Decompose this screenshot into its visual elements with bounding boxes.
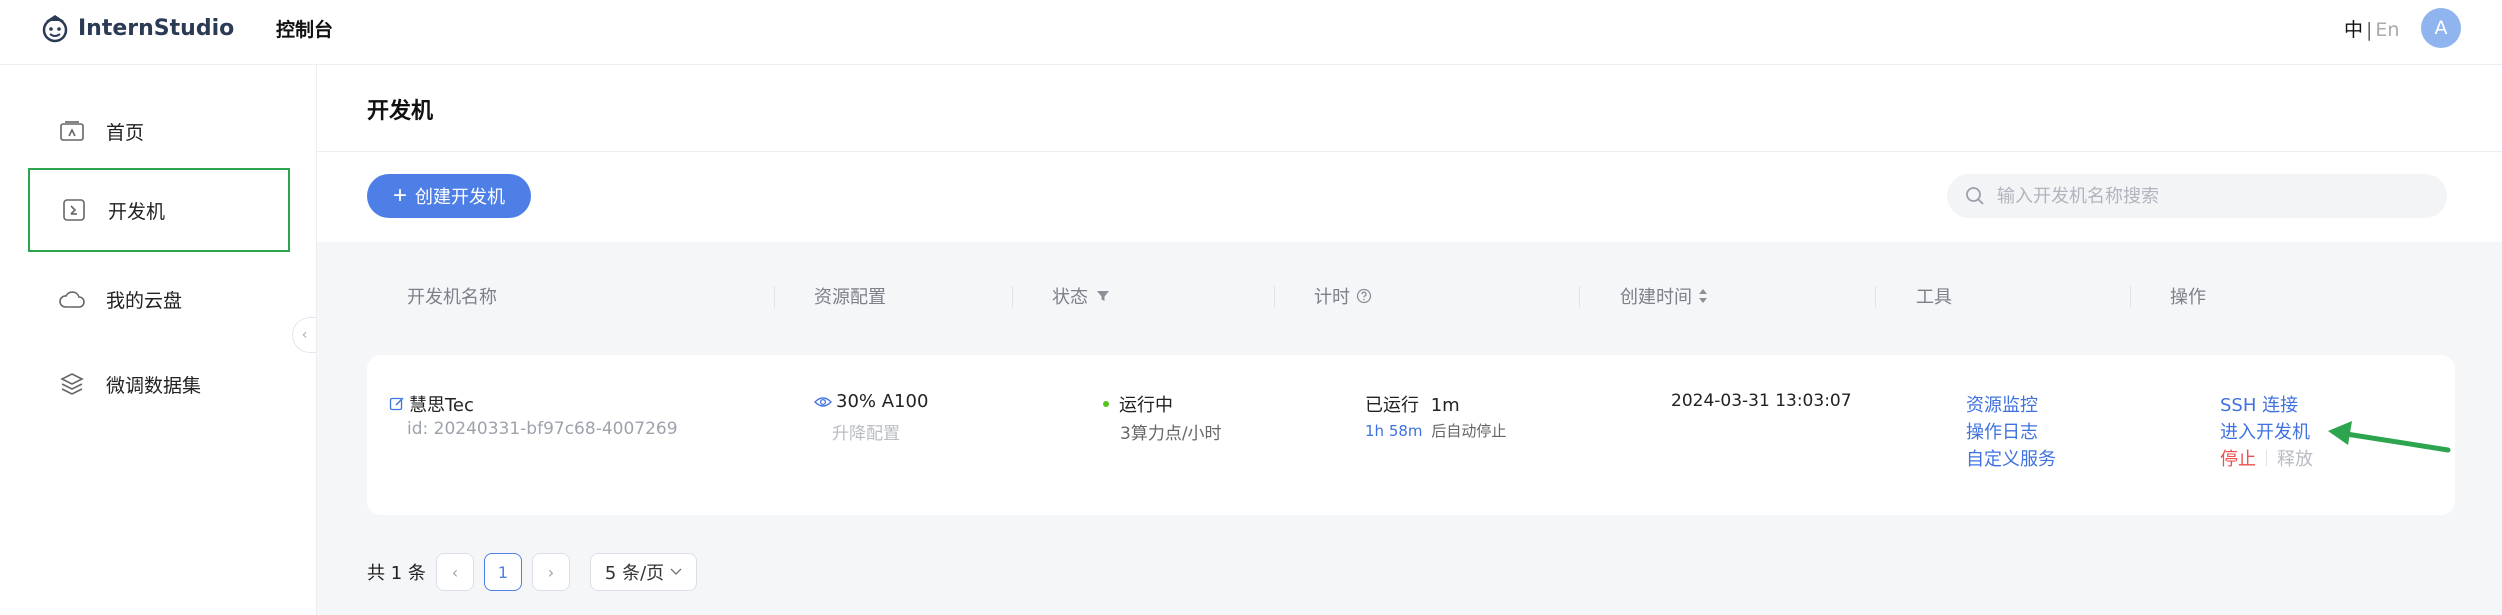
col-tools: 工具 — [1916, 287, 1952, 308]
console-link[interactable]: 控制台 — [276, 15, 333, 42]
timer-value: 1m — [1430, 395, 1460, 416]
col-divider — [2130, 286, 2131, 308]
prev-page-button[interactable]: ‹ — [435, 553, 474, 591]
status-text: 运行中 — [1119, 395, 1173, 416]
machine-name-cell: 慧思Tec — [389, 391, 474, 417]
eye-icon[interactable] — [814, 395, 832, 409]
col-actions: 操作 — [2170, 287, 2206, 308]
lang-separator: | — [2366, 19, 2373, 41]
custom-service-link[interactable]: 自定义服务 — [1966, 445, 2056, 471]
sidebar: 首页 开发机 我的云盘 微调数据集 ‹ — [0, 65, 317, 615]
create-button-label: 创建开发机 — [415, 187, 505, 207]
auto-stop-text: 后自动停止 — [1431, 422, 1507, 440]
edit-icon[interactable] — [389, 396, 405, 412]
brand-name: InternStudio — [78, 15, 235, 41]
col-created-label: 创建时间 — [1620, 287, 1692, 308]
sidebar-item-label: 微调数据集 — [106, 374, 202, 397]
page-header: 开发机 — [317, 65, 2502, 152]
machine-id: id: 20240331-bf97c68-4007269 — [407, 419, 678, 439]
auto-stop-info: 1h 58m 后自动停止 — [1365, 420, 1506, 441]
compute-rate: 3算力点/小时 — [1120, 424, 1222, 444]
sidebar-item-label: 开发机 — [108, 200, 166, 223]
col-divider — [1875, 286, 1876, 308]
home-icon — [58, 117, 86, 145]
terminal-icon — [60, 196, 88, 224]
col-status[interactable]: 状态 — [1052, 278, 1110, 314]
sidebar-item-cloud-disk[interactable]: 我的云盘 — [28, 257, 290, 341]
main-content: 开发机 + 创建开发机 开发机名称 资源配置 状态 计时 创建时间 — [317, 65, 2502, 615]
action-divider — [2266, 450, 2267, 466]
total-count: 共 1 条 — [367, 563, 426, 584]
logo-icon — [42, 15, 68, 43]
col-divider — [774, 286, 775, 308]
create-dev-machine-button[interactable]: + 创建开发机 — [367, 174, 531, 218]
page-number-button[interactable]: 1 — [483, 553, 522, 591]
annotation-arrow — [2328, 421, 2451, 453]
language-switch[interactable]: 中 | En — [2344, 15, 2399, 42]
auto-stop-time: 1h 58m — [1365, 422, 1423, 440]
help-icon[interactable] — [1356, 288, 1372, 304]
resource-monitor-link[interactable]: 资源监控 — [1966, 391, 2038, 417]
cloud-icon — [58, 285, 86, 313]
chevron-right-icon: › — [547, 562, 555, 582]
sort-icon[interactable] — [1698, 288, 1708, 304]
timer-label: 已运行 — [1365, 395, 1419, 416]
page-size-select[interactable]: 5 条/页 — [589, 553, 698, 591]
next-page-button[interactable]: › — [531, 553, 570, 591]
sidebar-collapse-button[interactable]: ‹ — [292, 317, 316, 353]
toolbar: + 创建开发机 — [317, 152, 2502, 242]
resource-cell: 30% A100 — [814, 391, 928, 412]
lang-en[interactable]: En — [2375, 19, 2399, 41]
running-dot — [1103, 401, 1109, 407]
stop-link[interactable]: 停止 — [2220, 445, 2256, 471]
search-input[interactable] — [1995, 184, 2439, 208]
top-bar: InternStudio 控制台 中 | En A — [0, 0, 2502, 65]
sidebar-item-dev-machine[interactable]: 开发机 — [28, 168, 290, 252]
stop-release-group: 停止 释放 — [2220, 445, 2313, 471]
pagination: 共 1 条 ‹ 1 › 5 条/页 — [367, 552, 698, 592]
table-header: 开发机名称 资源配置 状态 计时 创建时间 工具 操作 — [317, 278, 2502, 314]
brand-logo[interactable]: InternStudio — [38, 11, 234, 45]
page-title: 开发机 — [367, 99, 434, 124]
sidebar-item-home[interactable]: 首页 — [28, 89, 290, 173]
chevron-left-icon: ‹ — [451, 562, 459, 582]
chevron-down-icon — [670, 568, 682, 575]
sidebar-item-label: 我的云盘 — [106, 289, 183, 312]
filter-icon[interactable] — [1096, 289, 1110, 303]
lang-zh[interactable]: 中 — [2344, 19, 2363, 41]
status-cell: 运行中 — [1103, 391, 1173, 417]
user-avatar[interactable]: A — [2421, 8, 2461, 48]
col-name: 开发机名称 — [407, 287, 497, 308]
col-created[interactable]: 创建时间 — [1620, 278, 1708, 314]
sidebar-item-label: 首页 — [106, 121, 145, 144]
col-divider — [1012, 286, 1013, 308]
col-divider — [1274, 286, 1275, 308]
search-icon — [1966, 187, 1984, 205]
page-size-value: 5 条/页 — [604, 563, 665, 584]
sidebar-item-dataset[interactable]: 微调数据集 — [28, 342, 290, 426]
machine-name: 慧思Tec — [409, 395, 474, 416]
col-status-label: 状态 — [1052, 287, 1088, 308]
table-row: 慧思Tec id: 20240331-bf97c68-4007269 30% A… — [367, 355, 2455, 515]
dataset-icon — [58, 370, 86, 398]
col-timer: 计时 — [1314, 278, 1372, 314]
upgrade-config-link[interactable]: 升降配置 — [832, 419, 900, 444]
timer-cell: 已运行 1m — [1365, 391, 1460, 417]
search-box[interactable] — [1947, 174, 2447, 218]
ssh-connect-link[interactable]: SSH 连接 — [2220, 391, 2298, 417]
created-time: 2024-03-31 13:03:07 — [1671, 391, 1852, 411]
release-link[interactable]: 释放 — [2277, 445, 2313, 471]
col-divider — [1579, 286, 1580, 308]
plus-icon: + — [392, 182, 407, 209]
col-resource: 资源配置 — [814, 287, 886, 308]
enter-dev-machine-link[interactable]: 进入开发机 — [2220, 418, 2310, 444]
resource-value: 30% A100 — [836, 391, 929, 412]
chevron-left-icon: ‹ — [301, 327, 308, 343]
col-timer-label: 计时 — [1314, 287, 1350, 308]
operation-log-link[interactable]: 操作日志 — [1966, 418, 2038, 444]
